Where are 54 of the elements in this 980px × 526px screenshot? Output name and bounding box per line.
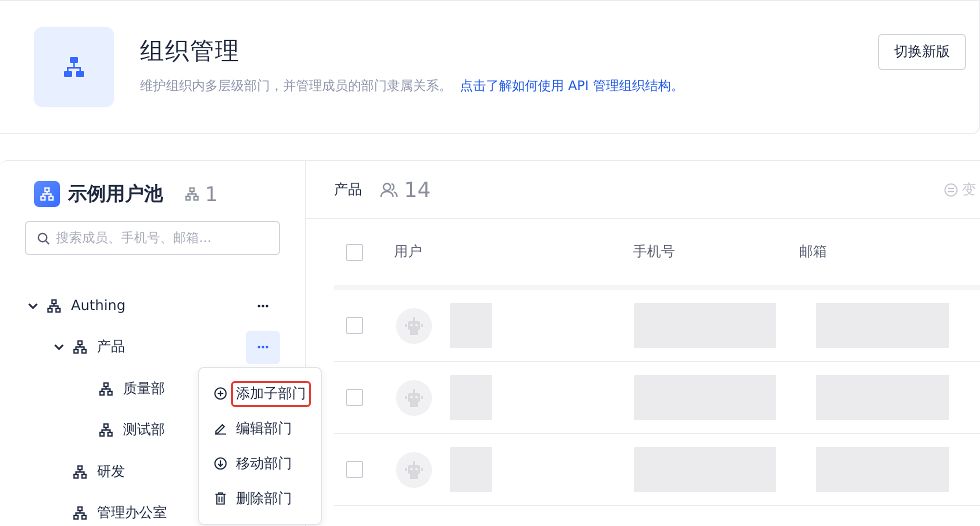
- department-icon: [73, 340, 87, 354]
- menu-item[interactable]: 添加子部门: [214, 376, 321, 411]
- department-icon: [99, 382, 113, 396]
- select-all-checkbox[interactable]: [346, 244, 363, 260]
- org-chart-icon: [63, 56, 85, 78]
- department-icon: [99, 423, 113, 438]
- column-header: 邮箱: [799, 243, 827, 261]
- department-icon: [73, 464, 87, 479]
- trash-icon: [214, 492, 227, 505]
- department-icon: [185, 187, 199, 201]
- department-count: 1: [205, 182, 218, 206]
- tree-item[interactable]: Authing: [27, 285, 280, 326]
- department-title: 产品: [334, 180, 362, 198]
- swap-circle-icon: [944, 182, 958, 196]
- page-title: 组织管理: [140, 36, 241, 67]
- member-count: 14: [404, 178, 431, 202]
- menu-item[interactable]: 编辑部门: [214, 411, 321, 446]
- robot-avatar: [396, 380, 432, 416]
- search-icon: [37, 232, 50, 245]
- tree-item[interactable]: 产品: [27, 326, 280, 368]
- menu-item-label: 删除部门: [235, 490, 293, 508]
- robot-avatar: [396, 308, 432, 344]
- robot-avatar: [396, 452, 432, 488]
- more-icon: [257, 304, 269, 308]
- pencil-icon: [214, 422, 227, 435]
- department-icon: [47, 298, 61, 313]
- menu-item-label: 添加子部门: [231, 380, 311, 406]
- org-chart-glyph: [40, 187, 54, 201]
- search-field[interactable]: 搜索成员、手机号、邮箱...: [25, 221, 280, 255]
- page-description: 维护组织内多层级部门，并管理成员的部门隶属关系。 点击了解如何使用 API 管理组织结构。: [140, 78, 685, 95]
- department-name: 质量部: [123, 380, 165, 398]
- arrow-down-circle-icon: [214, 457, 227, 470]
- column-header: 用户: [394, 243, 423, 261]
- department-name: 研发: [97, 462, 125, 481]
- more-icon: [257, 345, 269, 350]
- menu-item[interactable]: 移动部门: [214, 446, 321, 481]
- department-name: Authing: [71, 298, 126, 314]
- more-button[interactable]: [246, 330, 280, 364]
- switch-version-button[interactable]: 切换新版: [878, 34, 966, 70]
- department-name: 管理办公室: [97, 504, 167, 522]
- menu-item[interactable]: 删除部门: [214, 481, 321, 516]
- row-checkbox[interactable]: [346, 461, 363, 478]
- department-name: 测试部: [123, 421, 165, 440]
- row-checkbox[interactable]: [346, 317, 363, 334]
- menu-item-label: 编辑部门: [235, 420, 293, 438]
- user-pool-name: 示例用户池: [68, 182, 163, 207]
- users-icon: [380, 182, 398, 198]
- help-link[interactable]: 点击了解如何使用 API 管理组织结构。: [460, 79, 684, 94]
- plus-circle-icon: [214, 387, 227, 400]
- department-icon: [73, 506, 87, 520]
- column-header: 手机号: [633, 243, 676, 261]
- department-name: 产品: [97, 338, 125, 356]
- menu-item-label: 移动部门: [235, 454, 293, 474]
- row-checkbox[interactable]: [346, 389, 363, 406]
